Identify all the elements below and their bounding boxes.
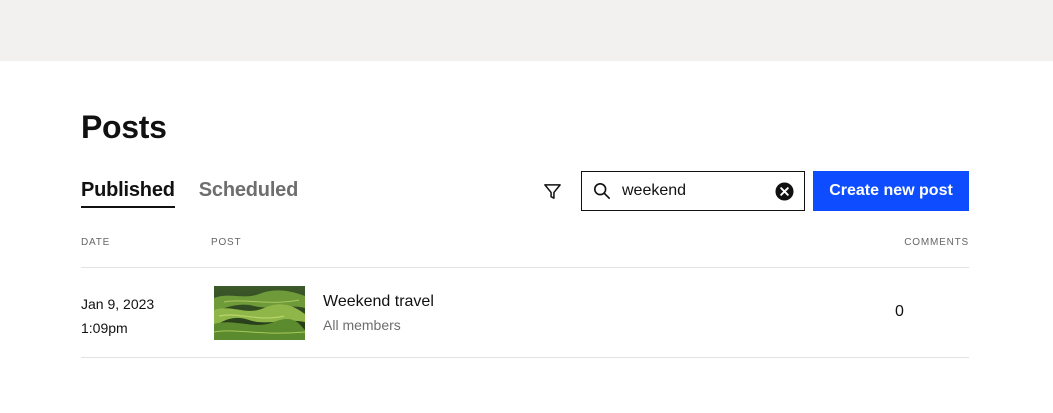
post-date-cell: Jan 9, 2023 1:09pm bbox=[81, 292, 154, 340]
search-input[interactable] bbox=[622, 182, 762, 200]
post-title[interactable]: Weekend travel bbox=[323, 292, 434, 312]
column-header-date[interactable]: DATE bbox=[81, 237, 110, 248]
create-new-post-button[interactable]: Create new post bbox=[813, 171, 969, 211]
tab-scheduled[interactable]: Scheduled bbox=[199, 177, 299, 208]
post-thumbnail[interactable] bbox=[214, 286, 305, 340]
table-header: DATE POST COMMENTS bbox=[81, 237, 969, 268]
page-title: Posts bbox=[81, 109, 167, 145]
post-visibility: All members bbox=[323, 317, 401, 333]
clear-search-icon[interactable] bbox=[775, 182, 794, 201]
post-tabs: Published Scheduled bbox=[81, 177, 298, 208]
column-header-post: POST bbox=[211, 237, 242, 248]
search-field[interactable] bbox=[581, 171, 805, 211]
post-time: 1:09pm bbox=[81, 320, 128, 336]
tab-published[interactable]: Published bbox=[81, 177, 175, 208]
search-icon bbox=[592, 181, 612, 201]
post-date: Jan 9, 2023 bbox=[81, 296, 155, 312]
top-banner bbox=[0, 0, 1053, 61]
filter-icon bbox=[543, 183, 561, 199]
post-comments-count: 0 bbox=[895, 303, 904, 320]
filter-button[interactable] bbox=[540, 179, 564, 203]
table-row[interactable]: Jan 9, 2023 1:09pm Weekend travel All me… bbox=[81, 268, 969, 358]
column-header-comments[interactable]: COMMENTS bbox=[904, 237, 969, 248]
